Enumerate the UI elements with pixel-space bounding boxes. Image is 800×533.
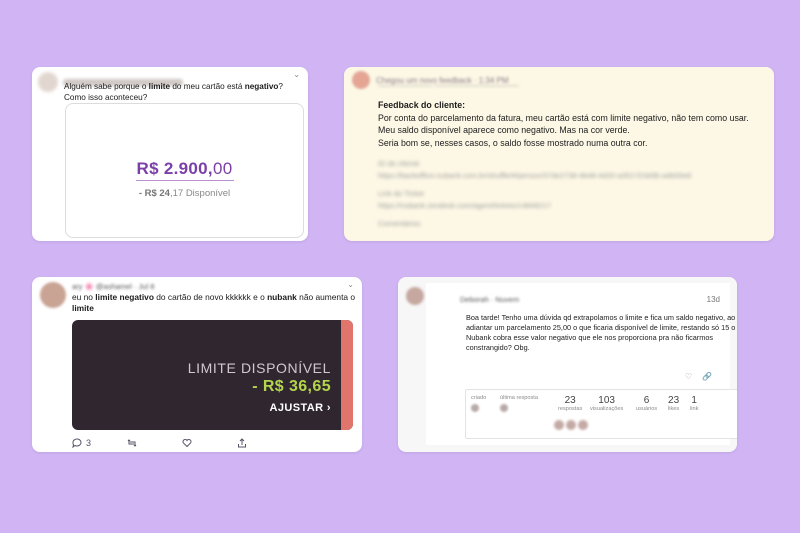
chevron-down-icon[interactable]: ⌄	[347, 280, 354, 289]
available-limit-value: - R$ 36,65	[252, 378, 331, 395]
feedback-line: Seria bom se, nesses casos, o saldo foss…	[378, 137, 648, 148]
heart-icon	[182, 438, 192, 448]
available-balance: - R$ 24,17 Disponível	[138, 188, 231, 199]
link-icon[interactable]: 🔗	[702, 372, 712, 381]
meta-link-redacted[interactable]: https://nubank.zendesk.com/agent/tickets…	[378, 201, 758, 210]
share-icon	[238, 438, 246, 448]
accent-stripe	[341, 320, 353, 430]
amount-underline	[136, 180, 234, 181]
created-info: criado	[471, 395, 486, 414]
feedback-line: Meu saldo disponível aparece como negati…	[378, 125, 630, 136]
stat-users: 6 usuários	[636, 395, 658, 412]
post-actions: ♡ 🔗	[685, 372, 712, 381]
tweet-card-negative-limit: ary 🌸 @ashamel · Jul 8 ⌄ eu no limite ne…	[32, 277, 362, 452]
topic-stats: criado última resposta 23 respostas 103 vi…	[465, 389, 737, 439]
author-name-redacted: ary 🌸 @ashamel · Jul 8	[72, 282, 155, 291]
meta-label-redacted: Comentários	[378, 219, 421, 228]
like-button[interactable]	[182, 438, 237, 448]
tweet-text: eu no limite negativo do cartão de novo …	[72, 292, 356, 313]
forum-post: Deborah · Nuvem 13d Boa tarde! Tenho uma…	[426, 283, 737, 445]
meta-label-redacted: Link do Ticket	[378, 189, 424, 198]
meta-label-redacted: ID do cliente	[378, 159, 420, 168]
forum-post-card: Deborah · Nuvem 13d Boa tarde! Tenho uma…	[398, 277, 737, 452]
heart-icon[interactable]: ♡	[685, 372, 692, 381]
tweet-text: Alguém sabe porque o limite do meu cartã…	[64, 82, 283, 102]
reply-icon	[72, 438, 82, 448]
avatar[interactable]	[500, 404, 508, 412]
chevron-down-icon[interactable]: ⌄	[293, 70, 300, 79]
post-date: 13d	[706, 295, 720, 304]
participant-avatars	[554, 420, 588, 430]
feedback-title: Feedback do cliente:	[378, 100, 466, 110]
stat-likes: 23 likes	[668, 395, 680, 412]
adjust-button[interactable]: AJUSTAR ›	[270, 402, 331, 414]
retweet-button[interactable]	[127, 438, 182, 448]
avatar[interactable]	[406, 287, 424, 305]
attached-image-app-screen[interactable]: LIMITE DISPONÍVEL - R$ 36,65 AJUSTAR ›	[72, 320, 353, 430]
tweet-card-limit-question: ⌄ Alguém sabe porque o limite do meu car…	[32, 67, 308, 241]
limit-amount: R$ 2.900,00	[136, 159, 233, 178]
post-text: Boa tarde! Tenho uma dúvida qd extrapola…	[466, 313, 736, 352]
feedback-message-card: Chegou um novo feedback · 1:34 PM ──────…	[344, 67, 774, 241]
avatar[interactable]	[40, 282, 66, 308]
avatar[interactable]	[471, 404, 479, 412]
avatar[interactable]	[352, 71, 370, 89]
last-reply-info: última resposta	[500, 395, 538, 414]
avatar[interactable]	[38, 72, 58, 92]
tweet-actions: 3	[72, 438, 322, 448]
reply-button[interactable]: 3	[72, 438, 127, 448]
author-name-redacted: Deborah · Nuvem	[460, 295, 520, 304]
stat-replies: 23 respostas	[558, 395, 583, 412]
share-button[interactable]	[237, 438, 292, 448]
stat-views: 103 visualizações	[590, 395, 624, 412]
feedback-line: Por conta do parcelamento da fatura, meu…	[378, 112, 749, 123]
sender-redacted: ─────────── ─────────────────	[378, 83, 519, 90]
available-limit-label: LIMITE DISPONÍVEL	[187, 360, 331, 376]
feedback-body: Feedback do cliente: Por conta do parcel…	[378, 99, 768, 149]
retweet-icon	[127, 439, 137, 447]
reply-count: 3	[86, 438, 92, 448]
attached-image[interactable]: R$ 2.900,00 - R$ 24,17 Disponível	[65, 103, 304, 238]
meta-link-redacted[interactable]: https://backoffice.nubank.com.br/shuffle…	[378, 171, 758, 180]
stat-links: 1 link	[690, 395, 699, 412]
